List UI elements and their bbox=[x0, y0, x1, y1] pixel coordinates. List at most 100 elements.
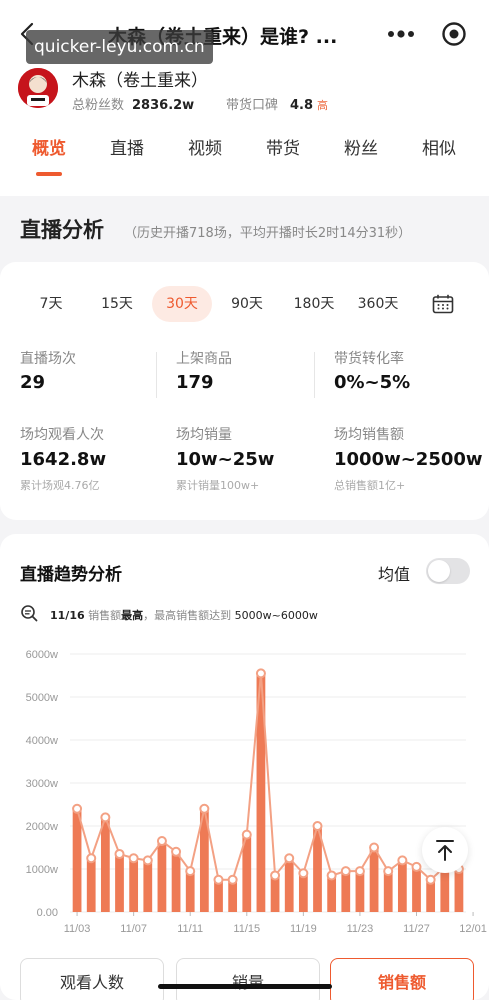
trend-point bbox=[156, 836, 167, 847]
reputation-stat: 带货口碑 4.8 高 bbox=[226, 94, 328, 113]
tab-live[interactable]: 直播 bbox=[110, 134, 144, 159]
trend-point bbox=[128, 853, 139, 864]
y-tick-label: 3000w bbox=[26, 778, 58, 790]
tab-overview[interactable]: 概览 bbox=[32, 134, 66, 159]
x-tick-label: 11/03 bbox=[64, 923, 91, 935]
trend-point bbox=[199, 803, 210, 814]
fans-value: 2836.2w bbox=[132, 98, 195, 113]
x-tick-label: 11/15 bbox=[233, 923, 260, 935]
chart-bar bbox=[440, 866, 450, 912]
trend-title: 直播趋势分析 bbox=[20, 565, 122, 585]
chart-bar bbox=[72, 808, 82, 912]
x-tick-label: 11/19 bbox=[290, 923, 317, 935]
tab-similar[interactable]: 相似 bbox=[422, 134, 456, 159]
trend-point bbox=[255, 668, 266, 679]
bottom-tab-revenue[interactable]: 销售额 bbox=[330, 958, 474, 1000]
chart-bar bbox=[397, 860, 407, 912]
range-30d[interactable]: 30天 bbox=[152, 286, 212, 322]
chart-bar bbox=[284, 858, 294, 912]
fans-stat: 总粉丝数 2836.2w bbox=[72, 94, 194, 113]
tab-bar: 概览 直播 视频 带货 粉丝 相似 bbox=[0, 128, 489, 176]
tab-fans[interactable]: 粉丝 bbox=[344, 134, 378, 159]
more-options-icon[interactable] bbox=[386, 24, 416, 44]
tab-video[interactable]: 视频 bbox=[188, 134, 222, 159]
revenue-trend-chart: 0.00 1000w 2000w 3000w 4000w 5000w 6000w 11/03 1… bbox=[26, 649, 487, 935]
average-toggle-label: 均值 bbox=[378, 565, 411, 584]
metric-avg-revenue-label: 场均销售额 bbox=[334, 427, 404, 443]
metric-avg-sales-label: 场均销量 bbox=[176, 427, 232, 443]
metric-avg-viewers-label: 场均观看人次 bbox=[20, 427, 104, 443]
x-tick-label: 12/01 bbox=[459, 923, 487, 935]
reputation-label: 带货口碑 bbox=[226, 98, 279, 113]
fans-label: 总粉丝数 bbox=[72, 98, 125, 113]
chart-bar bbox=[355, 871, 365, 912]
trend-point bbox=[270, 870, 281, 881]
metric-live-count-label: 直播场次 bbox=[20, 351, 76, 367]
chart-bar bbox=[115, 853, 124, 912]
chart-bar bbox=[143, 860, 153, 912]
trend-point bbox=[312, 821, 323, 831]
metric-avg-sales-note: 累计销量100w+ bbox=[176, 479, 260, 492]
trend-point bbox=[397, 855, 408, 866]
range-180d[interactable]: 180天 bbox=[286, 286, 342, 322]
arrow-up-icon bbox=[436, 840, 454, 861]
trend-point bbox=[72, 803, 83, 814]
trend-point bbox=[326, 870, 337, 881]
author-name: 木森（卷土重来） bbox=[72, 71, 208, 91]
trend-point bbox=[411, 861, 422, 872]
range-90d[interactable]: 90天 bbox=[222, 286, 272, 322]
trend-point bbox=[185, 866, 196, 877]
insight-highlight: 最高 bbox=[121, 609, 144, 622]
y-tick-label: 2000w bbox=[26, 821, 58, 833]
avatar[interactable] bbox=[18, 68, 58, 108]
insight-date: 11/16 bbox=[50, 609, 85, 622]
trend-point bbox=[114, 848, 125, 859]
trend-point bbox=[298, 868, 309, 879]
tab-goods[interactable]: 带货 bbox=[266, 134, 300, 159]
range-7d[interactable]: 7天 bbox=[28, 286, 74, 322]
bottom-tab-viewers[interactable]: 观看人数 bbox=[20, 958, 164, 1000]
range-15d[interactable]: 15天 bbox=[92, 286, 142, 322]
x-tick-label: 11/27 bbox=[403, 923, 430, 935]
chart-bar bbox=[100, 817, 110, 912]
home-indicator bbox=[158, 984, 332, 989]
metric-products-label: 上架商品 bbox=[176, 351, 232, 367]
insight-value: 5000w~6000w bbox=[234, 609, 318, 622]
metric-avg-viewers-note: 累计场观4.76亿 bbox=[20, 479, 100, 492]
trend-point bbox=[86, 853, 97, 864]
y-tick-label: 6000w bbox=[26, 649, 58, 661]
chart-bar bbox=[270, 875, 280, 912]
chart-bar bbox=[383, 871, 393, 912]
calendar-icon[interactable] bbox=[432, 294, 454, 314]
average-toggle-knob bbox=[428, 560, 450, 582]
chart-bar bbox=[129, 858, 139, 912]
trend-point bbox=[142, 855, 153, 866]
metric-avg-revenue-note: 总销售额1亿+ bbox=[334, 479, 406, 492]
chart-bar bbox=[341, 871, 351, 912]
y-tick-label: 4000w bbox=[26, 735, 58, 747]
trend-line bbox=[76, 673, 460, 882]
chart-bar bbox=[298, 873, 308, 912]
trend-point bbox=[354, 866, 365, 877]
chart-bar bbox=[171, 851, 181, 912]
trend-point bbox=[369, 842, 380, 853]
metric-divider bbox=[314, 352, 315, 398]
trend-point bbox=[340, 866, 351, 877]
chart-bar bbox=[454, 869, 464, 912]
watermark: quicker-leyu.com.cn bbox=[26, 30, 213, 64]
close-miniapp-icon[interactable] bbox=[440, 20, 468, 48]
insight-metric: 销售额 bbox=[88, 609, 122, 622]
metric-avg-viewers-value: 1642.8w bbox=[20, 449, 107, 470]
live-analysis-subtitle: （历史开播718场，平均开播时长2时14分31秒） bbox=[124, 226, 412, 241]
metric-avg-revenue-value: 1000w~2500w bbox=[334, 449, 483, 470]
chart-bar bbox=[86, 858, 96, 912]
range-360d[interactable]: 360天 bbox=[350, 286, 406, 322]
chart-bar bbox=[327, 875, 337, 912]
y-tick-label: 0.00 bbox=[37, 907, 58, 919]
bottom-tab-sales[interactable]: 销量 bbox=[176, 958, 320, 1000]
chart-bar bbox=[412, 866, 421, 912]
trend-point bbox=[171, 846, 182, 857]
trend-point bbox=[227, 874, 238, 885]
scroll-to-top-button[interactable] bbox=[422, 827, 468, 873]
metric-live-count-value: 29 bbox=[20, 372, 46, 393]
